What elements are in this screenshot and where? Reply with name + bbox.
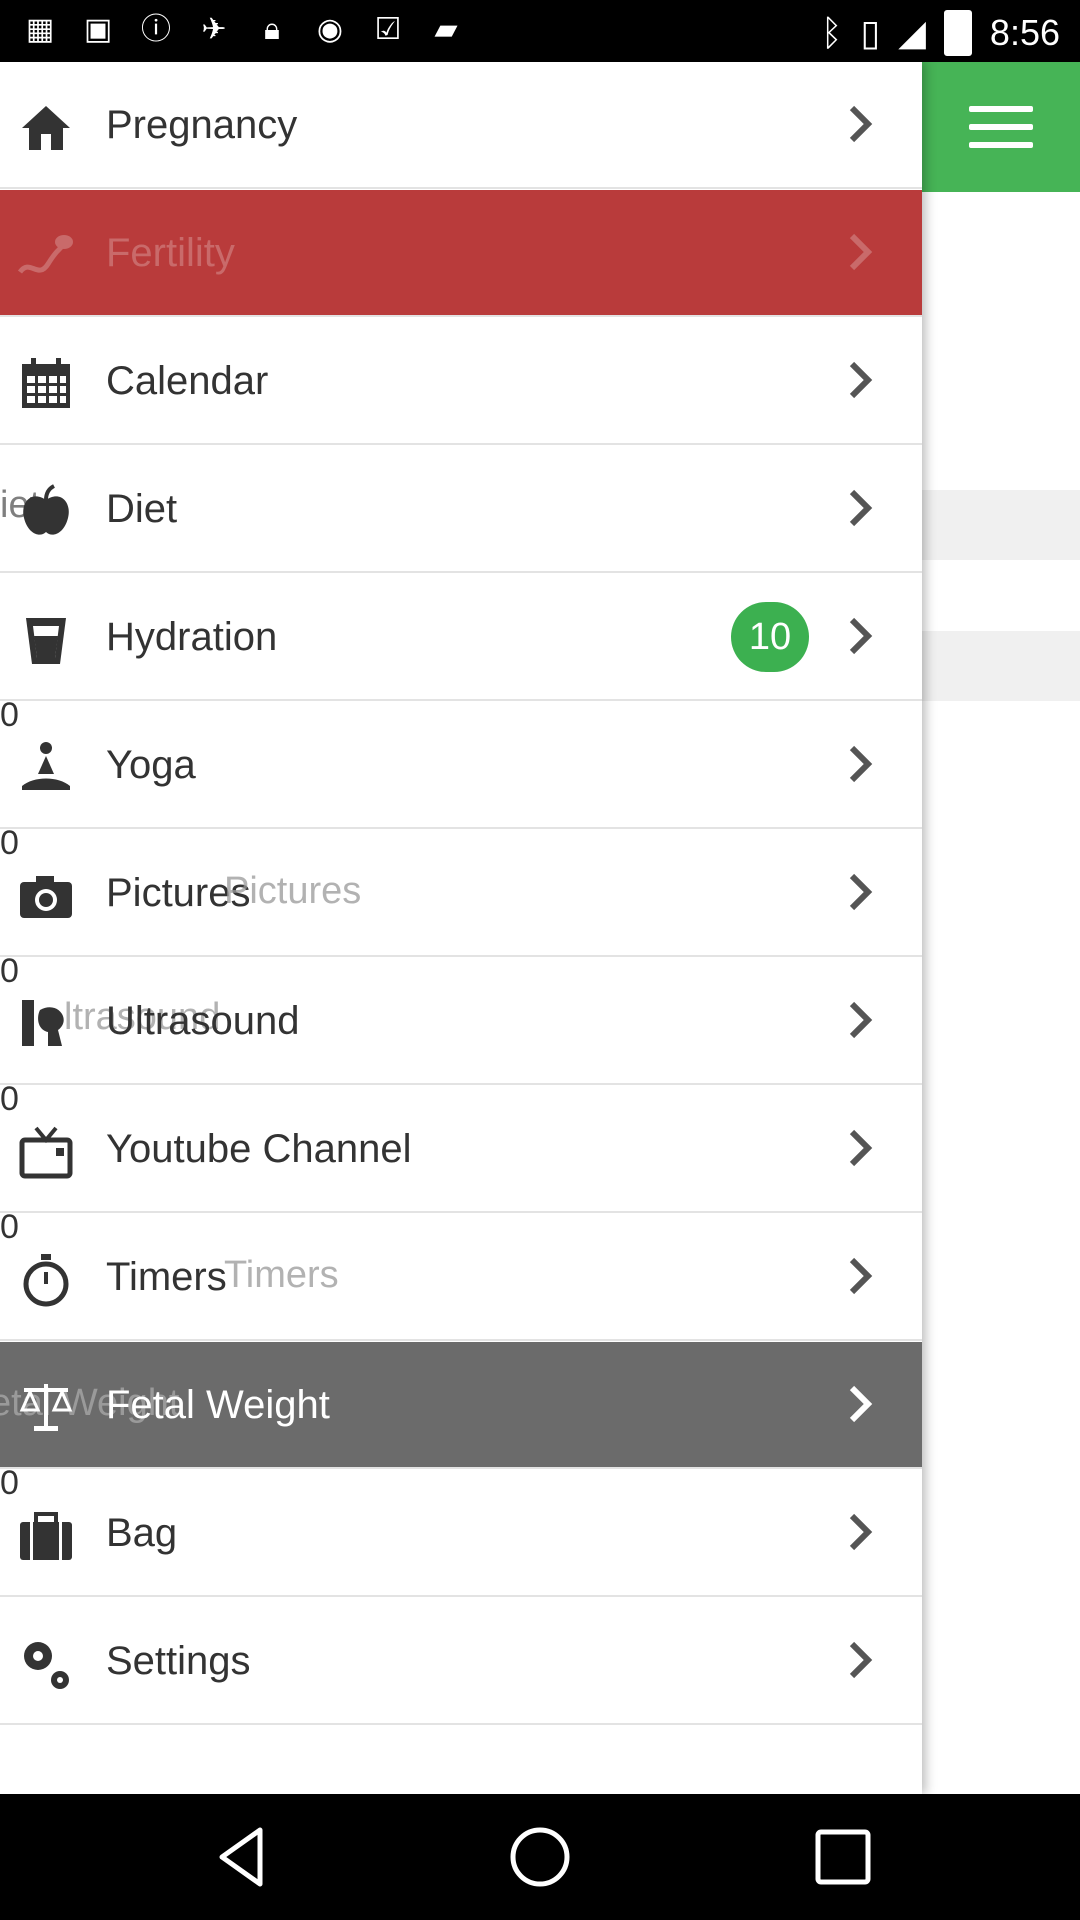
menu-item-label: Pregnancy [106, 103, 298, 147]
chevron-right-icon [849, 489, 873, 527]
menu-item-label: Settings [106, 1639, 251, 1683]
calendar-icon [22, 358, 70, 408]
menu-item-label: Bag [106, 1511, 178, 1555]
stopwatch-icon [23, 1254, 69, 1307]
ghost-zero: 0 [0, 1464, 19, 1502]
chevron-right-icon [849, 1257, 873, 1295]
menu-item-ultrasound[interactable]: 0 ltrasound Ultrasound [0, 952, 922, 1085]
grid-icon: ▦ [25, 13, 55, 46]
chevron-right-icon [849, 1129, 873, 1167]
chevron-right-icon [849, 105, 873, 143]
ghost-zero: 0 [0, 824, 19, 862]
background-row [922, 490, 1080, 560]
wifi-icon: ◢ [898, 12, 926, 53]
yoga-icon [22, 742, 70, 790]
gamepad-icon: ◉ [316, 13, 344, 46]
ghost-label: Pictures [224, 870, 362, 912]
menu-item-bag[interactable]: 0 Bag [0, 1464, 922, 1597]
chevron-right-icon [849, 873, 873, 911]
chevron-right-icon [849, 1385, 873, 1423]
recents-icon[interactable] [808, 1822, 878, 1892]
image-icon: ▣ [83, 13, 113, 46]
suitcase-icon [20, 1512, 72, 1560]
home-circle-icon[interactable] [505, 1822, 575, 1892]
bluetooth-icon: ᛒ [820, 12, 843, 53]
gears-icon [24, 1642, 69, 1689]
apple-icon [23, 484, 69, 535]
menu-item-label: Youtube Channel [106, 1127, 412, 1171]
hamburger-icon [969, 106, 1033, 148]
scale-icon [19, 1384, 73, 1431]
chevron-right-icon [849, 233, 873, 271]
menu-item-label: Yoga [106, 743, 196, 787]
menu-item-youtube-channel[interactable]: 0 Youtube Channel [0, 1080, 922, 1213]
system-nav-bar [0, 1794, 1080, 1920]
sperm-icon [18, 235, 73, 274]
ghost-zero: 0 [0, 696, 19, 734]
ghost-zero: 0 [0, 1208, 19, 1246]
menu-item-settings[interactable]: Settings [0, 1598, 922, 1725]
menu-item-label: Timers [106, 1255, 227, 1299]
menu-button[interactable] [922, 62, 1080, 192]
notification-icons: ▦ ▣ ⓘ ✈ 🔒︎ ◉ ☑ ▰ [22, 12, 464, 48]
menu-item-diet[interactable]: iet Diet [0, 446, 922, 573]
menu-item-label: Ultrasound [106, 999, 300, 1043]
glass-icon [26, 618, 66, 664]
chevron-right-icon [849, 1641, 873, 1679]
satellite-icon: ✈ [201, 13, 227, 46]
menu-item-label: Fertility [106, 231, 235, 275]
lock-icon: 🔒︎ [264, 13, 280, 46]
menu-item-label: Fetal Weight [106, 1383, 330, 1427]
battery-icon [943, 10, 972, 56]
menu-item-calendar[interactable]: Calendar [0, 318, 922, 445]
ghost-zero: 0 [0, 952, 19, 990]
clipboard-check-icon: ☑ [374, 13, 402, 46]
status-time: 8:56 [989, 12, 1060, 53]
menu-item-pictures[interactable]: 0 Pictures Pictures [0, 824, 922, 957]
chevron-right-icon [849, 745, 873, 783]
ghost-label: Timers [224, 1254, 339, 1296]
menu-item-label: Calendar [106, 359, 269, 403]
chevron-right-icon [849, 617, 873, 655]
briefcase-icon: ▰ [434, 13, 458, 46]
menu-item-timers[interactable]: 0 Timers Timers [0, 1208, 922, 1341]
chevron-right-icon [849, 1513, 873, 1551]
menu-item-label: Diet [106, 487, 178, 531]
background-row [922, 631, 1080, 701]
menu-item-hydration[interactable]: Hydration 10 [0, 574, 922, 701]
tv-icon [19, 1126, 73, 1179]
chevron-right-icon [849, 361, 873, 399]
menu-item-yoga[interactable]: 0 Yoga [0, 696, 922, 829]
vibrate-icon: ▯ [860, 12, 881, 53]
menu-item-label: Hydration [106, 615, 278, 659]
menu-item-fetal-weight[interactable]: etal Weight Fetal Weight [0, 1342, 922, 1469]
status-bar: ▦ ▣ ⓘ ✈ 🔒︎ ◉ ☑ ▰ ᛒ ▯ ◢ 8:56 [0, 0, 1080, 62]
menu-item-pregnancy[interactable]: Pregnancy [0, 62, 922, 189]
alert-icon: ⓘ [141, 13, 171, 46]
hydration-count-badge: 10 [731, 602, 809, 672]
menu-item-fertility[interactable]: Fertility [0, 190, 922, 317]
camera-icon [20, 876, 72, 918]
ghost-zero: 0 [0, 1080, 19, 1118]
home-icon [22, 106, 70, 150]
chevron-right-icon [849, 1001, 873, 1039]
back-icon[interactable] [208, 1822, 278, 1892]
navigation-drawer: Pregnancy Fertility Calendar iet Diet Hy… [0, 62, 922, 1794]
